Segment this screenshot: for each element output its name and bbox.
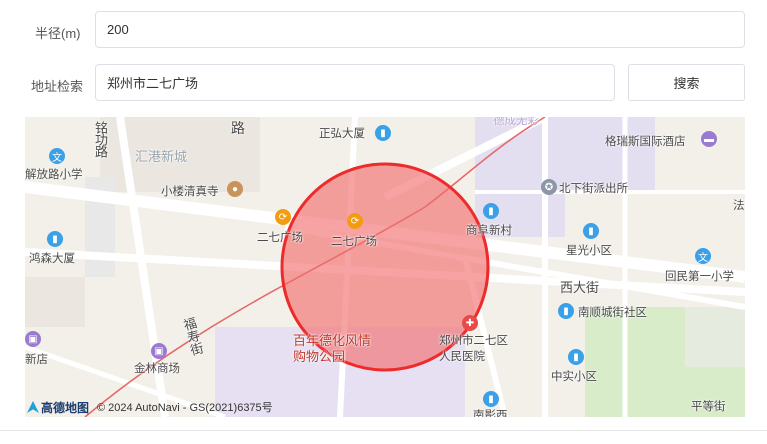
- poi-label: 金林商场: [134, 363, 180, 375]
- poi-label: 正弘大厦: [319, 128, 365, 140]
- map-block: [25, 277, 85, 327]
- hotel-icon[interactable]: ▬: [701, 131, 717, 147]
- address-value: 郑州市二七广场: [107, 76, 199, 91]
- poi-label: 解放路小学: [25, 169, 83, 181]
- poi-label: 铭功路: [93, 121, 108, 157]
- amap-logo-text: 高德地图: [41, 400, 90, 415]
- amap-logo[interactable]: 高德地图: [27, 399, 89, 416]
- map-copyright: © 2024 AutoNavi - GS(2021)6375号: [97, 402, 273, 414]
- mosque-icon[interactable]: ●: [227, 181, 243, 197]
- building-icon[interactable]: ▮: [375, 125, 391, 141]
- poi-label: 郑州市二七区人民医院: [439, 335, 508, 363]
- poi-label: 路: [231, 120, 245, 136]
- building-icon[interactable]: ▮: [483, 203, 499, 219]
- building-icon[interactable]: ▮: [47, 231, 63, 247]
- search-button[interactable]: 搜索: [628, 64, 745, 101]
- map-base: [25, 117, 745, 417]
- shop-icon[interactable]: ▣: [25, 331, 41, 347]
- poi-label: 中实小区: [551, 371, 597, 383]
- poi-label: 德成无彩: [493, 117, 539, 127]
- address-search-input[interactable]: 郑州市二七广场: [95, 64, 615, 101]
- poi-label: 平等街: [691, 401, 726, 413]
- address-label: 地址检索: [31, 79, 84, 94]
- radius-input[interactable]: 200: [95, 11, 745, 48]
- poi-label: 南影西: [473, 410, 508, 417]
- school-icon[interactable]: 文: [49, 148, 65, 164]
- transit-icon[interactable]: ⟳: [347, 213, 363, 229]
- poi-label: 小楼清真寺: [161, 186, 219, 198]
- transit-icon[interactable]: ⟳: [275, 209, 291, 225]
- map-view[interactable]: 铭功路 路 正弘大厦 ▮ 汇港新城 文 解放路小学 小楼清真寺 ● ⟳ 二七广场…: [25, 117, 745, 417]
- poi-label: 二七广场: [257, 232, 303, 244]
- building-icon[interactable]: ▮: [558, 303, 574, 319]
- poi-label: 西大街: [560, 280, 600, 295]
- map-block: [475, 117, 565, 237]
- poi-label: 鸿森大厦: [29, 253, 75, 265]
- poi-label: 星光小区: [566, 245, 612, 257]
- poi-label: 北下街派出所: [559, 183, 628, 195]
- poi-label: 南顺城街社区: [578, 307, 647, 319]
- map-block: [685, 307, 745, 367]
- hospital-icon[interactable]: ✚: [462, 315, 478, 331]
- building-icon[interactable]: ▮: [568, 349, 584, 365]
- building-icon[interactable]: ▮: [583, 223, 599, 239]
- poi-label: 法: [733, 200, 745, 212]
- radius-label: 半径(m): [35, 26, 81, 41]
- divider: [0, 430, 767, 431]
- poi-label: 百年德化风情购物公园: [293, 333, 372, 364]
- poi-label: 新店: [25, 354, 48, 366]
- police-icon[interactable]: ✪: [541, 179, 557, 195]
- poi-label: 回民第一小学: [665, 271, 734, 283]
- map-footer: 高德地图 © 2024 AutoNavi - GS(2021)6375号: [27, 398, 273, 416]
- poi-label: 汇港新城: [135, 149, 188, 164]
- radius-value: 200: [107, 22, 129, 37]
- poi-label: 商阜新村: [466, 225, 512, 237]
- poi-label: 二七广场: [331, 236, 377, 248]
- amap-logo-icon: [27, 401, 39, 413]
- building-icon[interactable]: ▮: [483, 391, 499, 407]
- school-icon[interactable]: 文: [695, 248, 711, 264]
- poi-label: 格瑞斯国际酒店: [605, 136, 686, 148]
- shop-icon[interactable]: ▣: [151, 343, 167, 359]
